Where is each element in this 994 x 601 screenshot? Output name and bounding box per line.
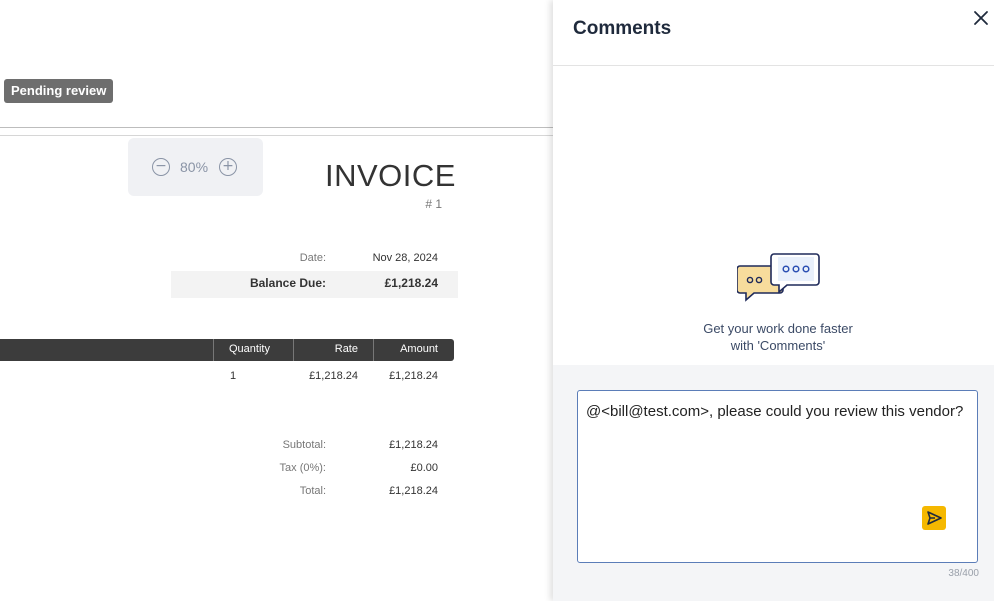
- chat-bubbles-icon: [736, 252, 821, 304]
- empty-state-line: with 'Comments': [730, 338, 826, 353]
- comment-composer: @<bill@test.com>, please could you revie…: [553, 365, 994, 601]
- invoice-title: INVOICE: [325, 158, 456, 193]
- balance-due-value: £1,218.24: [384, 276, 438, 290]
- total-label: Total:: [299, 485, 326, 497]
- date-value: Nov 28, 2024: [372, 252, 438, 264]
- subtotal-value: £1,218.24: [389, 439, 438, 451]
- comments-panel: Comments Get your work done faster with …: [553, 0, 994, 601]
- column-header-quantity: Quantity: [229, 343, 270, 355]
- line-items-header: Quantity Rate Amount: [0, 339, 454, 361]
- character-counter: 38/400: [948, 568, 979, 579]
- divider: [0, 127, 553, 128]
- divider: [0, 135, 553, 136]
- row-rate: £1,218.24: [309, 370, 358, 382]
- tax-value: £0.00: [410, 462, 438, 474]
- column-separator: [213, 339, 214, 361]
- tax-label: Tax (0%):: [279, 462, 326, 474]
- column-header-rate: Rate: [334, 343, 358, 355]
- panel-title: Comments: [573, 18, 672, 39]
- status-badge: Pending review: [4, 79, 114, 103]
- send-icon: [927, 511, 942, 525]
- invoice-number: # 1: [425, 197, 442, 211]
- subtotal-label: Subtotal:: [282, 439, 326, 451]
- total-value: £1,218.24: [389, 485, 438, 497]
- date-label: Date:: [299, 252, 326, 264]
- empty-state-message: Get your work done faster with 'Comments…: [668, 320, 888, 354]
- row-quantity: 1: [230, 370, 237, 382]
- zoom-out-button[interactable]: −: [152, 158, 170, 176]
- empty-state-line: Get your work done faster: [703, 321, 853, 336]
- divider: [553, 65, 994, 66]
- send-button[interactable]: [922, 506, 946, 530]
- balance-due-label: Balance Due:: [249, 276, 326, 290]
- close-icon[interactable]: [971, 8, 991, 28]
- zoom-level: 80%: [180, 159, 209, 175]
- zoom-in-button[interactable]: +: [219, 158, 237, 176]
- comment-input[interactable]: @<bill@test.com>, please could you revie…: [577, 390, 978, 563]
- zoom-control: − 80% +: [128, 138, 263, 196]
- row-amount: £1,218.24: [389, 370, 438, 382]
- invoice-preview-pane: Pending review − 80% + INVOICE # 1 Date:…: [0, 0, 553, 601]
- column-header-amount: Amount: [400, 343, 438, 355]
